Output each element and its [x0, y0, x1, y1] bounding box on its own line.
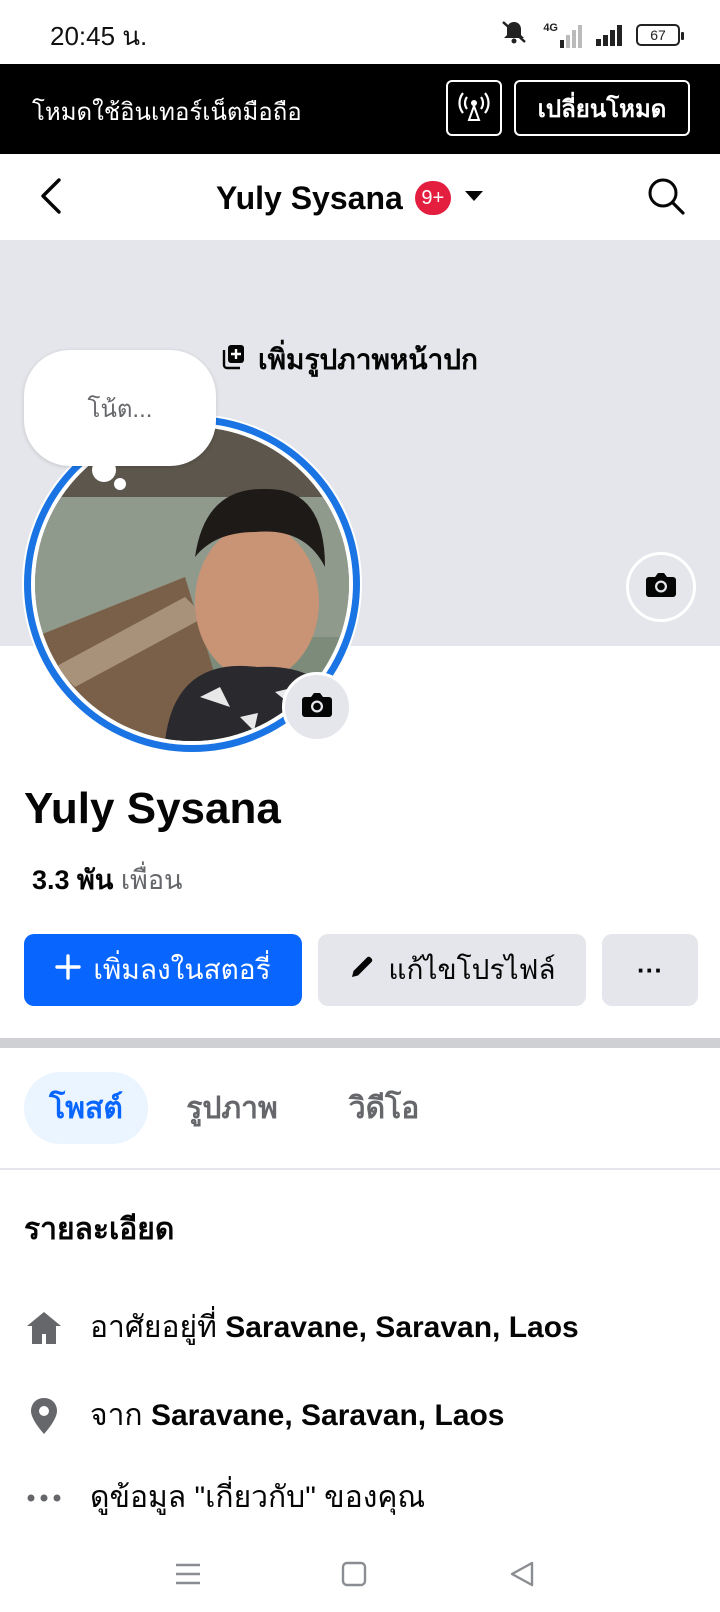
note-bubble-tail — [92, 458, 116, 482]
recent-apps-button[interactable] — [166, 1554, 210, 1598]
friends-label: เพื่อน — [120, 865, 183, 895]
notification-badge: 9+ — [414, 181, 451, 215]
pencil-icon — [348, 953, 376, 988]
back-arrow-icon — [37, 176, 63, 221]
more-options-button[interactable]: ··· — [602, 934, 698, 1006]
signal-icon — [596, 24, 622, 46]
back-system-button[interactable] — [500, 1554, 544, 1598]
battery-icon: 67 — [636, 23, 684, 46]
lives-location: Saravane, Saravan, Laos — [225, 1311, 579, 1344]
details-heading: รายละเอียด — [24, 1213, 175, 1246]
add-to-story-label: เพิ่มลงในสตอรี่ — [93, 954, 271, 985]
cover-camera-button[interactable] — [626, 552, 696, 622]
plus-icon — [55, 953, 82, 987]
network-type-label: 4G — [543, 21, 558, 34]
from-prefix: จาก — [90, 1399, 143, 1432]
nav-title: Yuly Sysana — [216, 179, 403, 216]
status-icons: 4G 67 — [499, 18, 684, 51]
edit-profile-button[interactable]: แก้ไขโปรไฟล์ — [318, 934, 586, 1006]
profile-switcher[interactable]: Yuly Sysana 9+ — [216, 174, 485, 222]
more-dots-icon: ··· — [637, 954, 663, 985]
search-button[interactable] — [642, 174, 690, 222]
home-icon — [24, 1308, 64, 1348]
mute-icon — [499, 18, 529, 51]
note-placeholder: โน้ต... — [87, 395, 153, 423]
add-to-story-button[interactable]: เพิ่มลงในสตอรี่ — [24, 934, 302, 1006]
add-cover-label: เพิ่มรูปภาพหน้าปก — [258, 344, 478, 375]
location-pin-icon — [24, 1396, 64, 1436]
antenna-icon — [457, 89, 491, 128]
home-system-button[interactable] — [332, 1554, 376, 1598]
profile-camera-button[interactable] — [282, 672, 352, 742]
about-link-label: ดูข้อมูล "เกี่ยวกับ" ของคุณ — [90, 1481, 426, 1514]
top-nav: Yuly Sysana 9+ — [0, 154, 720, 242]
edit-profile-label: แก้ไขโปรไฟล์ — [388, 954, 556, 985]
status-bar: 20:45 น. 4G 67 — [0, 0, 720, 64]
see-about-info-link[interactable]: ดูข้อมูล "เกี่ยวกับ" ของคุณ — [24, 1474, 425, 1521]
more-dots-icon — [24, 1478, 64, 1518]
back-button[interactable] — [28, 174, 72, 222]
data-mode-text: โหมดใช้อินเทอร์เน็ตมือถือ — [32, 99, 302, 126]
note-bubble-tail-small — [114, 478, 126, 490]
camera-icon — [645, 571, 677, 604]
note-bubble[interactable]: โน้ต... — [24, 350, 216, 466]
friends-count: 3.3 พัน — [32, 865, 114, 895]
section-divider — [0, 1038, 720, 1048]
detail-from: จาก Saravane, Saravan, Laos — [24, 1392, 504, 1439]
square-icon — [341, 1561, 367, 1592]
menu-lines-icon — [174, 1562, 202, 1591]
profile-name: Yuly Sysana — [24, 784, 281, 833]
triangle-back-icon — [509, 1560, 535, 1593]
tab-videos[interactable]: วิดีโอ — [322, 1072, 446, 1144]
add-cover-photo-button[interactable]: เพิ่มรูปภาพหน้าปก — [222, 338, 478, 382]
switch-mode-button[interactable]: เปลี่ยนโหมด — [514, 80, 690, 136]
from-location: Saravane, Saravan, Laos — [150, 1399, 505, 1432]
antenna-button[interactable] — [446, 80, 502, 136]
profile-tabs: โพสต์ รูปภาพ วิดีโอ — [0, 1048, 720, 1170]
friends-count-link[interactable]: 3.3 พัน เพื่อน — [32, 858, 183, 901]
add-photo-icon — [222, 344, 246, 377]
system-nav-bar — [0, 1540, 720, 1612]
status-time: 20:45 น. — [50, 21, 148, 51]
lives-prefix: อาศัยอยู่ที่ — [90, 1311, 217, 1344]
caret-down-icon — [463, 189, 485, 208]
tab-photos[interactable]: รูปภาพ — [166, 1072, 298, 1144]
search-icon — [646, 176, 686, 221]
data-mode-banner: โหมดใช้อินเทอร์เน็ตมือถือ เปลี่ยนโหมด — [0, 64, 720, 154]
tab-posts[interactable]: โพสต์ — [24, 1072, 148, 1144]
detail-lives-in: อาศัยอยู่ที่ Saravane, Saravan, Laos — [24, 1304, 579, 1351]
camera-icon — [301, 691, 333, 724]
network-4g-icon: 4G — [543, 22, 582, 48]
